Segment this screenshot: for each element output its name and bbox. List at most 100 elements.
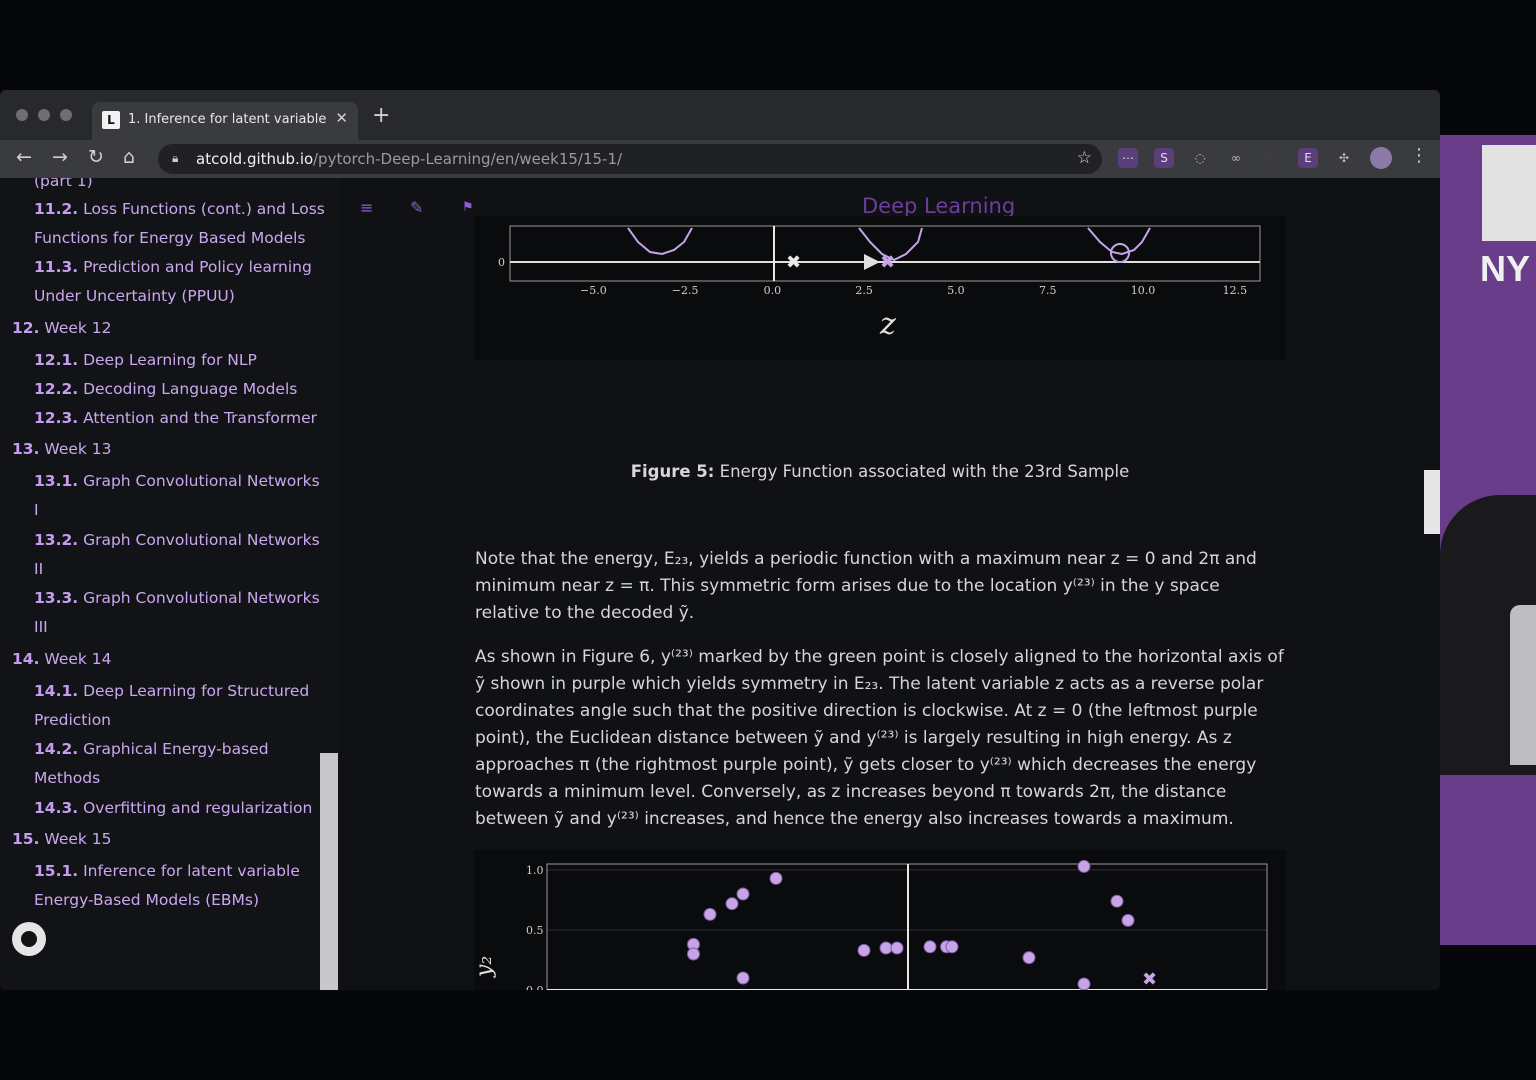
sidebar-item-number: 15.	[12, 830, 40, 848]
lock-icon: 🔒︎	[172, 151, 179, 165]
sidebar-item[interactable]: 12. Week 12	[12, 319, 112, 337]
bulb-icon[interactable]: ◌	[1190, 148, 1210, 168]
close-tab-icon[interactable]: ✕	[335, 109, 348, 127]
forward-icon[interactable]: →	[52, 146, 68, 168]
sidebar-item[interactable]: 13. Week 13	[12, 440, 112, 458]
sidebar-item[interactable]: 14.1. Deep Learning for Structured	[34, 682, 309, 700]
sidebar-item-label: Week 12	[44, 319, 112, 337]
sidebar-item[interactable]: Prediction	[34, 711, 111, 729]
figure6-svg: y₂ 1.51.00.50.0✖	[472, 801, 1268, 990]
sidebar-item-number: 13.	[12, 440, 40, 458]
home-icon[interactable]: ⌂	[123, 146, 135, 168]
scatter-point-left	[736, 971, 750, 985]
extension-e[interactable]: E	[1298, 148, 1318, 168]
puzzle-icon[interactable]: ✣	[1334, 148, 1354, 168]
figure5-caption-label: Figure 5:	[630, 462, 715, 481]
sidebar-item[interactable]: 14.2. Graphical Energy-based	[34, 740, 269, 758]
toc-toggle-icon[interactable]: ≡	[360, 198, 373, 217]
scatter-point-left	[725, 897, 739, 911]
browser-tab[interactable]: L 1. Inference for latent variable ✕	[92, 102, 358, 140]
scatter-point-left	[687, 947, 700, 961]
sidebar-item[interactable]: II	[34, 560, 43, 578]
sidebar-item-label: Functions for Energy Based Models	[34, 229, 306, 247]
sidebar-item-label: Energy-Based Models (EBMs)	[34, 891, 260, 909]
presenter-highlight	[1510, 605, 1536, 765]
sidebar-item-label: Overfitting and regularization	[83, 799, 313, 817]
ylabel-y2: y₂	[474, 956, 497, 978]
sidebar-item-label: I	[34, 501, 39, 519]
reload-icon[interactable]: ↻	[88, 146, 104, 168]
scatter-point-left	[769, 871, 783, 885]
sidebar-item[interactable]: 13.1. Graph Convolutional Networks	[34, 472, 320, 490]
language-flag-icon[interactable]: ⚑	[462, 200, 474, 215]
sidebar-item[interactable]: 12.3. Attention and the Transformer	[34, 409, 317, 427]
scatter-point-left	[923, 940, 937, 954]
sidebar-item[interactable]: 14.3. Overfitting and regularization	[34, 799, 312, 817]
scatter-point-left	[703, 907, 717, 921]
back-icon[interactable]: ←	[16, 146, 32, 168]
minimize-window-button[interactable]	[38, 109, 50, 121]
sidebar-item[interactable]: 13.3. Graph Convolutional Networks	[34, 589, 320, 607]
sidebar-item-number: 14.2.	[34, 740, 79, 758]
profile-avatar[interactable]	[1370, 147, 1392, 169]
menu-kebab-icon[interactable]: ⋮	[1410, 145, 1428, 166]
sidebar-item-label: Decoding Language Models	[83, 380, 298, 398]
sidebar-item-number: 12.1.	[34, 351, 79, 369]
sidebar-item-label: III	[34, 618, 48, 636]
sidebar-item-label: Graph Convolutional Networks	[83, 589, 320, 607]
sidebar-item[interactable]: 12.1. Deep Learning for NLP	[34, 351, 257, 369]
sidebar-item-number: 11.3.	[34, 258, 79, 276]
more-icon[interactable]: ⋯	[1118, 148, 1138, 168]
target-x-marker: ✖	[1142, 969, 1157, 990]
sidebar-scrollbar[interactable]	[320, 753, 338, 990]
sidebar-item-label: Inference for latent variable	[83, 862, 300, 880]
sidebar-item[interactable]: (part 1)	[34, 178, 93, 190]
moon-icon[interactable]: ☾	[1262, 148, 1282, 168]
sidebar-item[interactable]: 14. Week 14	[12, 650, 112, 668]
sidebar-item[interactable]: I	[34, 501, 39, 519]
x-marker-mid: ✖	[880, 252, 895, 273]
extension-s[interactable]: S	[1154, 148, 1174, 168]
sidebar-item[interactable]: 11.3. Prediction and Policy learning	[34, 258, 312, 276]
sidebar-item-label: Week 15	[44, 830, 112, 848]
sidebar-item[interactable]: 12.2. Decoding Language Models	[34, 380, 297, 398]
sidebar-item-number: 11.2.	[34, 200, 79, 218]
nyu-logo-text: NY	[1480, 248, 1531, 289]
xtick-label: −2.5	[672, 284, 699, 297]
sidebar-item[interactable]: 15.1. Inference for latent variable	[34, 862, 300, 880]
energy-curve-right	[1087, 227, 1151, 256]
scatter-point-left	[857, 943, 871, 957]
sidebar-item-number: 12.2.	[34, 380, 79, 398]
sidebar-item[interactable]: Under Uncertainty (PPUU)	[34, 287, 235, 305]
ytick-0: 0	[498, 256, 505, 269]
figure5-caption: Figure 5: Energy Function associated wit…	[474, 462, 1286, 481]
url-host: atcold.github.io	[196, 150, 314, 168]
sidebar-item[interactable]: III	[34, 618, 48, 636]
sidebar-item[interactable]: Energy-Based Models (EBMs)	[34, 891, 259, 909]
scatter-point-right	[1077, 977, 1091, 990]
github-icon[interactable]	[12, 922, 46, 956]
sidebar-item[interactable]: Methods	[34, 769, 100, 787]
bookmark-star-icon[interactable]: ☆	[1077, 148, 1092, 168]
tab-title: 1. Inference for latent variable	[128, 112, 327, 127]
sidebar-item[interactable]: 11.2. Loss Functions (cont.) and Loss	[34, 200, 325, 218]
close-window-button[interactable]	[16, 109, 28, 121]
tab-bar: L 1. Inference for latent variable ✕ +	[0, 90, 1440, 140]
scatter-point-right	[1022, 951, 1036, 965]
paragraph-1: Note that the energy, E₂₃, yields a peri…	[475, 549, 1257, 623]
scatter-point-left	[879, 941, 893, 955]
scatter-point-right	[1110, 894, 1124, 908]
address-bar[interactable]: 🔒︎ atcold.github.io /pytorch-Deep-Learni…	[158, 144, 1102, 174]
sidebar-item-label: Loss Functions (cont.) and Loss	[83, 200, 325, 218]
eyes-icon[interactable]: ∞	[1226, 148, 1246, 168]
sidebar-item-label: (part 1)	[34, 178, 93, 190]
sidebar-item[interactable]: 15. Week 15	[12, 830, 112, 848]
sidebar-item-label: Prediction	[34, 711, 112, 729]
sidebar-item[interactable]: 13.2. Graph Convolutional Networks	[34, 531, 320, 549]
maximize-window-button[interactable]	[60, 109, 72, 121]
new-tab-button[interactable]: +	[372, 103, 390, 128]
ytick-label: 0.5	[526, 924, 544, 937]
sidebar-item-number: 15.1.	[34, 862, 79, 880]
theme-brush-icon[interactable]: ✎	[410, 198, 423, 217]
sidebar-item[interactable]: Functions for Energy Based Models	[34, 229, 306, 247]
